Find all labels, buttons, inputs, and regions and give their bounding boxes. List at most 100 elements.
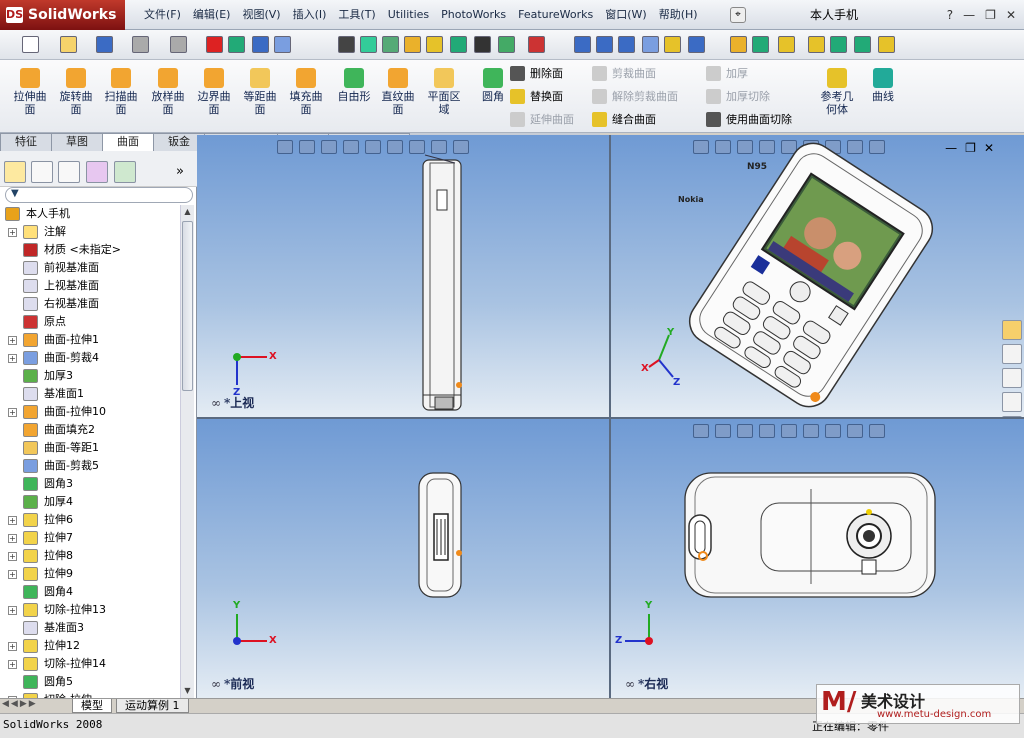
feature-tree-tab-icon[interactable] [4, 161, 26, 183]
tree-node[interactable]: + 注解 [0, 223, 180, 241]
tree-node[interactable]: 曲面-等距1 [0, 439, 180, 457]
menu-item-2[interactable]: 视图(V) [236, 0, 286, 30]
tree-node[interactable]: 圆角4 [0, 583, 180, 601]
tree-node[interactable]: 本人手机 [0, 205, 180, 223]
pin-icon[interactable]: ⌖ [730, 7, 746, 23]
graphics-area[interactable]: X Z ∞ *上视 — ❐ ✕ Nokia N95 Y Z X X Y ∞ *前… [197, 135, 1024, 698]
spell-check-icon[interactable] [360, 36, 377, 53]
tree-node[interactable]: + 拉伸8 [0, 547, 180, 565]
expand-icon[interactable]: + [8, 660, 17, 669]
ref-geometry-button[interactable]: 参考几何体 [816, 68, 858, 116]
tree-node[interactable]: 加厚4 [0, 493, 180, 511]
mate-icon[interactable] [498, 36, 515, 53]
curve-icon[interactable] [830, 36, 847, 53]
small_col1-2-button[interactable]: 延伸曲面 [510, 112, 574, 127]
axis-icon[interactable] [688, 36, 705, 53]
curves-button[interactable]: 曲线 [862, 68, 904, 103]
viewport-front[interactable]: X Y ∞ *前视 [197, 419, 609, 698]
small_col3-0-button[interactable]: 加厚 [706, 66, 748, 81]
menu-item-7[interactable]: FeatureWorks [512, 0, 599, 30]
tree-node[interactable]: 右视基准面 [0, 295, 180, 313]
scroll-thumb[interactable] [182, 221, 193, 391]
panel-more-icon[interactable]: » [176, 164, 184, 179]
dimxpert-tab-icon[interactable] [86, 161, 108, 183]
small_col2-2-button[interactable]: 缝合曲面 [592, 112, 656, 127]
tree-node[interactable]: 基准面3 [0, 619, 180, 637]
tree-node[interactable]: 上视基准面 [0, 277, 180, 295]
cmd-0-button[interactable]: 拉伸曲面 [10, 68, 50, 116]
menu-item-6[interactable]: PhotoWorks [435, 0, 512, 30]
box-icon[interactable] [618, 36, 635, 53]
viewport-top[interactable]: X Z ∞ *上视 [197, 135, 609, 417]
menu-item-0[interactable]: 文件(F) [138, 0, 187, 30]
tree-node[interactable]: 原点 [0, 313, 180, 331]
home-icon[interactable] [1002, 320, 1022, 340]
tree-node[interactable]: + 拉伸9 [0, 565, 180, 583]
tree-node[interactable]: + 曲面-剪裁4 [0, 349, 180, 367]
redo-icon[interactable] [170, 36, 187, 53]
spline-icon[interactable] [854, 36, 871, 53]
design-library-icon[interactable] [1002, 344, 1022, 364]
tab-motion-study[interactable]: 运动算例 1 [116, 699, 189, 713]
tree-node[interactable]: + 拉伸12 [0, 637, 180, 655]
expand-icon[interactable]: + [8, 642, 17, 651]
cmd-2-button[interactable]: 扫描曲面 [101, 68, 141, 116]
box-view-icon[interactable] [574, 36, 591, 53]
help-button[interactable]: ? [947, 8, 953, 22]
tree-node[interactable]: 圆角3 [0, 475, 180, 493]
viewport-right[interactable]: Y Z ∞ *右视 [611, 419, 1024, 698]
tree-filter-input[interactable]: ▼ [5, 187, 193, 203]
expand-icon[interactable]: + [8, 552, 17, 561]
new-icon[interactable] [22, 36, 39, 53]
tree-node[interactable]: 曲面填充2 [0, 421, 180, 439]
view-cube-icon[interactable] [528, 36, 545, 53]
app-logo[interactable]: DS SolidWorks [0, 0, 125, 30]
small_col1-0-button[interactable]: 删除面 [510, 66, 563, 81]
tree-node[interactable]: + 曲面-拉伸1 [0, 331, 180, 349]
options-icon[interactable] [228, 36, 245, 53]
configuration-manager-tab-icon[interactable] [58, 161, 80, 183]
menu-item-9[interactable]: 帮助(H) [653, 0, 704, 30]
tab-2[interactable]: 曲面 [102, 133, 154, 151]
tree-node[interactable]: 材质 <未指定> [0, 241, 180, 259]
expand-icon[interactable]: + [8, 516, 17, 525]
expand-icon[interactable]: + [8, 228, 17, 237]
expand-icon[interactable]: + [8, 606, 17, 615]
tab-scroll-arrows-icon[interactable]: ◀◀▶▶ [2, 699, 38, 709]
cmd-10-button[interactable]: 圆角 [473, 68, 513, 103]
menu-item-4[interactable]: 工具(T) [332, 0, 381, 30]
tree-node[interactable]: +切除-拉伸 [0, 691, 180, 698]
tab-0[interactable]: 特征 [0, 133, 52, 151]
menu-item-3[interactable]: 插入(I) [287, 0, 333, 30]
feature-icon[interactable] [808, 36, 825, 53]
restore-button[interactable]: ❐ [985, 8, 996, 22]
cmd-5-button[interactable]: 等距曲面 [240, 68, 280, 116]
sketch-line-icon[interactable] [730, 36, 747, 53]
close-button[interactable]: ✕ [1006, 8, 1016, 22]
table-icon[interactable] [474, 36, 491, 53]
scroll-down-icon[interactable]: ▼ [182, 685, 193, 697]
expand-icon[interactable]: + [8, 570, 17, 579]
small_col2-0-button[interactable]: 剪裁曲面 [592, 66, 656, 81]
cmd-6-button[interactable]: 填充曲面 [286, 68, 326, 116]
small_col2-1-button[interactable]: 解除剪裁曲面 [592, 89, 678, 104]
tab-model[interactable]: 模型 [72, 699, 112, 713]
mass-properties-icon[interactable] [404, 36, 421, 53]
menu-item-8[interactable]: 窗口(W) [599, 0, 652, 30]
scroll-up-icon[interactable]: ▲ [182, 206, 193, 218]
select-icon[interactable] [338, 36, 355, 53]
undo-icon[interactable] [132, 36, 149, 53]
tree-node[interactable]: + 曲面-拉伸10 [0, 403, 180, 421]
tree-node[interactable]: 前视基准面 [0, 259, 180, 277]
properties-icon[interactable] [274, 36, 291, 53]
layers-icon[interactable] [252, 36, 269, 53]
shell-icon[interactable] [878, 36, 895, 53]
tree-node[interactable]: + 切除-拉伸14 [0, 655, 180, 673]
cmd-3-button[interactable]: 放样曲面 [148, 68, 188, 116]
tab-1[interactable]: 草图 [51, 133, 103, 151]
tree-node[interactable]: 圆角5 [0, 673, 180, 691]
file-explorer-icon[interactable] [1002, 368, 1022, 388]
sum-icon[interactable] [450, 36, 467, 53]
save-icon[interactable] [96, 36, 113, 53]
shaded-icon[interactable] [596, 36, 613, 53]
